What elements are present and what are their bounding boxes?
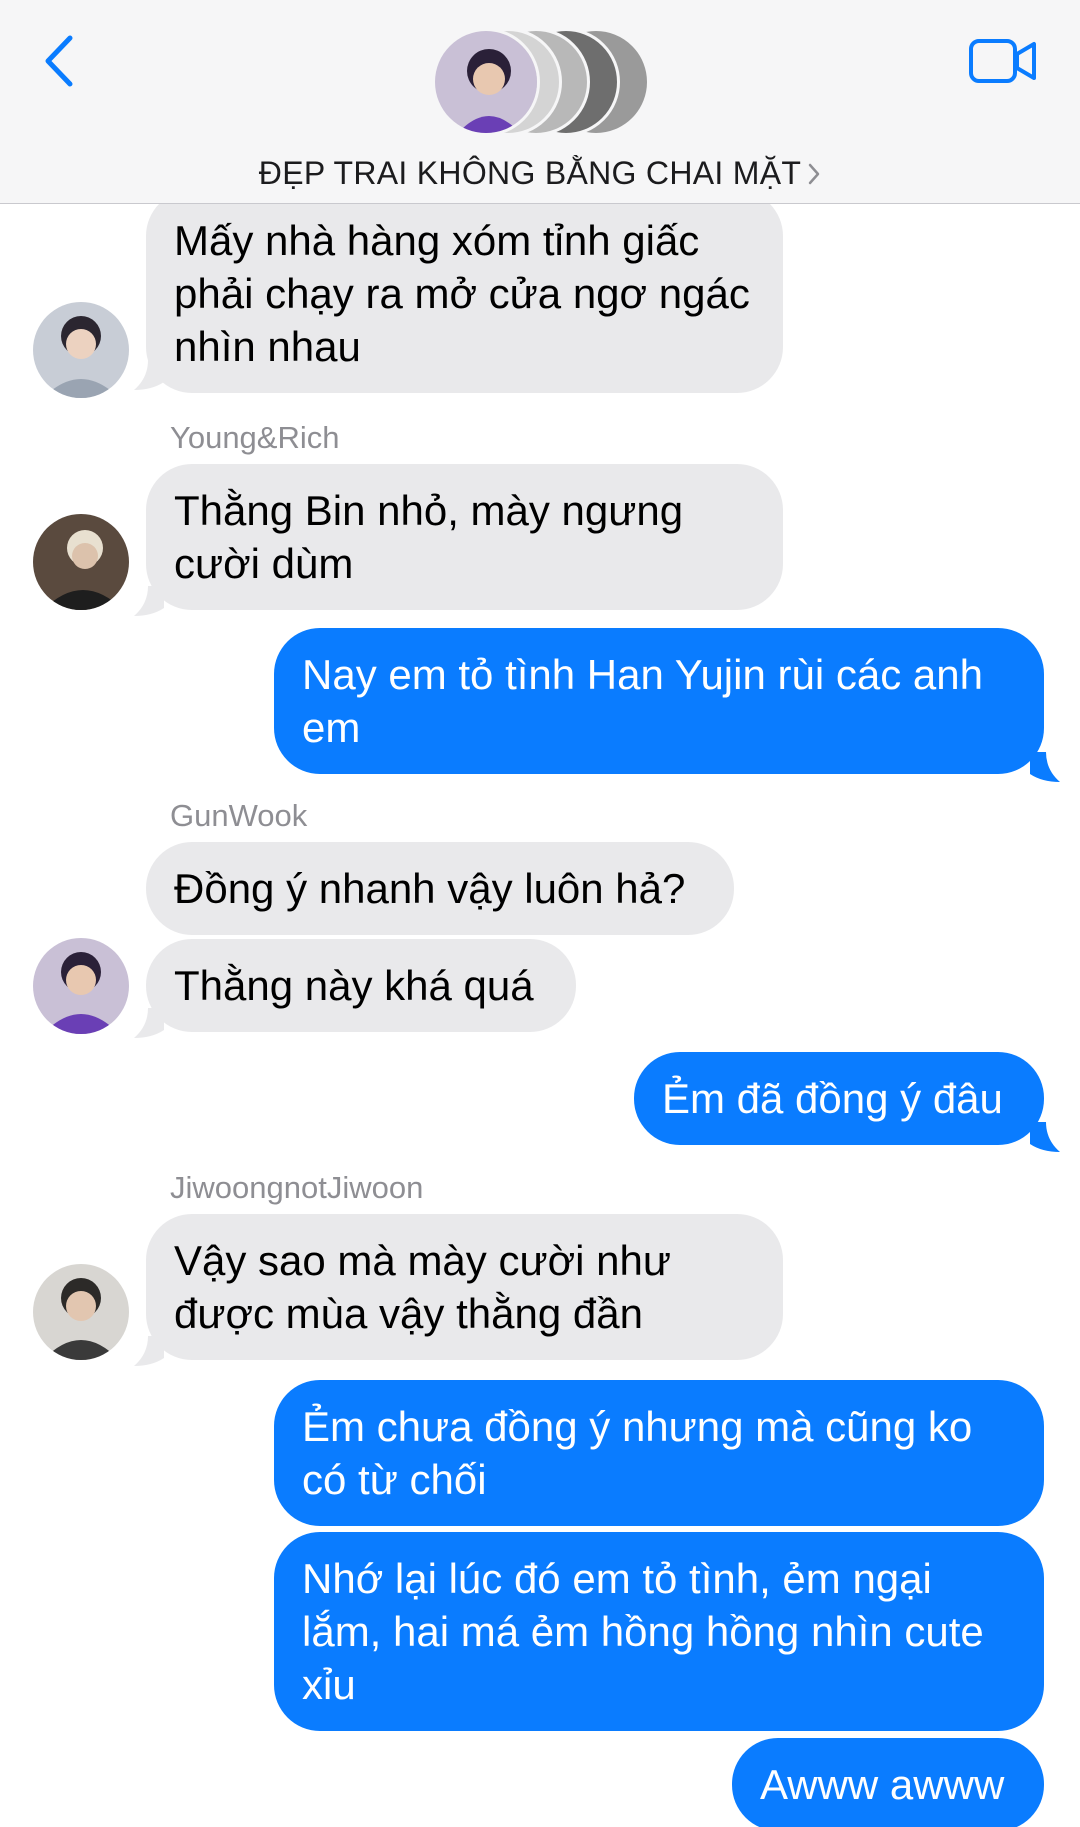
bubble-tail	[134, 360, 164, 390]
message-text: Nay em tỏ tình Han Yujin rùi các anh em	[302, 651, 983, 751]
outgoing-message-bubble[interactable]: Awww awww	[732, 1738, 1044, 1827]
avatar[interactable]	[33, 938, 129, 1034]
outgoing-message-bubble[interactable]: Nay em tỏ tình Han Yujin rùi các anh em	[274, 628, 1044, 774]
message-text: Mấy nhà hàng xóm tỉnh giấc phải chạy ra …	[174, 217, 750, 370]
message-text: Vậy sao mà mày cười như được mùa vậy thằ…	[174, 1237, 671, 1337]
message-text: Ẻm đã đồng ý đâu	[662, 1075, 1003, 1122]
message-text: Ẻm chưa đồng ý nhưng mà cũng ko có từ ch…	[302, 1403, 973, 1503]
outgoing-message-bubble[interactable]: Ẻm chưa đồng ý nhưng mà cũng ko có từ ch…	[274, 1380, 1044, 1526]
chevron-right-icon	[807, 157, 821, 194]
avatar[interactable]	[33, 1264, 129, 1360]
bubble-tail	[134, 1008, 164, 1038]
message-thread[interactable]: Mấy nhà hàng xóm tỉnh giấc phải chạy ra …	[0, 190, 1080, 1827]
message-text: Thằng Bin nhỏ, mày ngưng cười dùm	[174, 487, 684, 587]
conversation-header: ĐẸP TRAI KHÔNG BẰNG CHAI MẶT	[0, 0, 1080, 204]
incoming-message-bubble[interactable]: Đồng ý nhanh vậy luôn hả?	[146, 842, 734, 935]
message-text: Thằng này khá quá	[174, 962, 534, 1009]
avatar[interactable]	[33, 302, 129, 398]
group-title-text: ĐẸP TRAI KHÔNG BẰNG CHAI MẶT	[258, 155, 802, 191]
sender-name: GunWook	[170, 798, 308, 833]
video-camera-icon	[969, 39, 1036, 83]
message-text: Nhớ lại lúc đó em tỏ tình, ẻm ngại lắm, …	[302, 1555, 984, 1708]
incoming-message-bubble[interactable]: Thằng này khá quá	[146, 939, 576, 1032]
bubble-tail	[1030, 1122, 1060, 1152]
group-title[interactable]: ĐẸP TRAI KHÔNG BẰNG CHAI MẶT	[0, 155, 1080, 194]
group-member-avatar	[432, 28, 540, 136]
back-button[interactable]	[38, 30, 82, 92]
group-avatar-stack[interactable]	[432, 28, 652, 138]
outgoing-message-bubble[interactable]: Ẻm đã đồng ý đâu	[634, 1052, 1044, 1145]
incoming-message-bubble[interactable]: Thằng Bin nhỏ, mày ngưng cười dùm	[146, 464, 783, 610]
message-text: Đồng ý nhanh vậy luôn hả?	[174, 865, 686, 912]
video-call-button[interactable]	[968, 38, 1038, 84]
bubble-tail	[134, 586, 164, 616]
sender-name: JiwoongnotJiwoon	[170, 1170, 424, 1205]
chevron-left-icon	[45, 35, 73, 87]
bubble-tail	[134, 1336, 164, 1366]
incoming-message-bubble[interactable]: Mấy nhà hàng xóm tỉnh giấc phải chạy ra …	[146, 190, 783, 393]
incoming-message-bubble[interactable]: Vậy sao mà mày cười như được mùa vậy thằ…	[146, 1214, 783, 1360]
message-text: Awww awww	[760, 1761, 1005, 1808]
sender-name: Young&Rich	[170, 420, 340, 455]
bubble-tail	[1030, 752, 1060, 782]
avatar[interactable]	[33, 514, 129, 610]
outgoing-message-bubble[interactable]: Nhớ lại lúc đó em tỏ tình, ẻm ngại lắm, …	[274, 1532, 1044, 1731]
